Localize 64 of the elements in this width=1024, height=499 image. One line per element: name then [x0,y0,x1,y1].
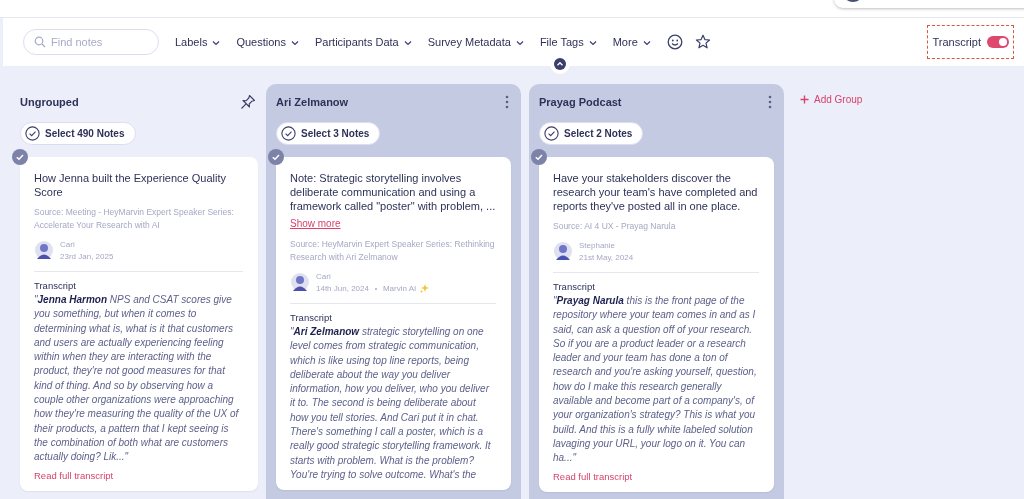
transcript-toggle[interactable]: Transcript [926,25,1014,59]
note-source: Source: Meeting - HeyMarvin Expert Speaker Series: Accelerate Your Research with AI [34,206,235,232]
author-name: Cari [316,272,332,281]
filter-dropdown[interactable]: Labels [175,36,221,48]
author-name: Cari [60,240,76,249]
more-options-icon[interactable] [768,95,772,109]
caret-icon [290,40,299,46]
caret-icon [588,40,597,46]
note-source: Source: AI 4 UX - Prayag Narula [553,220,677,233]
note-title: How Jenna built the Experience Quality Score [34,171,227,199]
avatar-icon [34,240,54,260]
search-icon [34,36,46,48]
filter-dropdown[interactable]: File Tags [539,36,597,48]
search-field[interactable]: Find notes [23,29,159,55]
group-title: Prayag Podcast [539,96,622,108]
filter-dropdown[interactable]: Survey Metadata [427,36,524,48]
note-card[interactable] [276,157,511,491]
toggle-switch[interactable] [987,36,1009,48]
group-title: Ungrouped [20,96,79,108]
note-card[interactable] [20,157,258,491]
caret-icon [642,40,651,46]
transcript-label: Transcript [290,312,333,323]
sparkle-icon [420,284,430,293]
note-title: Note: Strategic storytelling involves deliberate communication and using a framework called "poster" with problem, ... [290,171,496,213]
filter-dropdown[interactable]: More [612,36,651,48]
note-source: Source: HeyMarvin Expert Speaker Series: Rethinking Research with Ari Zelmanow [290,238,496,264]
read-transcript-link[interactable]: Read full transcript [34,469,114,481]
caret-icon [403,40,412,46]
checkbox-icon[interactable] [12,149,28,165]
note-title: Have your stakeholders discover the research your team's have completed and reports they've posted all in one place. [553,171,759,213]
select-notes-button[interactable]: Select 2 Notes [539,122,644,145]
note-date: 14th Jun, 2024 [316,284,369,293]
check-circle-icon [281,126,296,141]
select-notes-button[interactable]: Select 490 Notes [20,122,136,145]
note-date: 23rd Jan, 2025 [60,252,114,261]
check-circle-icon [544,126,559,141]
group-title: Ari Zelmanow [276,96,349,108]
plus-icon [800,95,809,104]
caret-icon [212,40,221,46]
note-date: 21st May, 2024 [579,253,634,262]
transcript-label: Transcript [34,280,77,291]
avatar-icon [290,272,310,292]
checkbox-icon[interactable] [531,149,547,165]
check-circle-icon [25,126,40,141]
star-icon[interactable] [694,34,711,50]
select-notes-button[interactable]: Select 3 Notes [276,122,381,145]
transcript-text: "Prayag Narula this is the front page of the repository where your team comes in and as I said, can ask a question off of your research. So if you are a product leader or a research leader and your team has done a ton of research and you're asking yourself, question, how do I make this research generally available and become part of a company's, of your organization's strategy? This is what you build. And this is a fully white labeled solution lavaging your URL, your logo on it. You can ha..." [553,294,758,466]
transcript-text: "Ari Zelmanow strategic storytelling on one level comes from strategic communication, which is like using top line reports, being deliberate about the way you deliver information, how you deliver, who you deliver it to. The second is being deliberate about how you tell stories. And Cari put it in chat. There's something I call a poster, which is a really good strategic storytelling framework. It starts with problem. What is the problem? You're trying to solve outcome. What's the [290,325,492,482]
emoji-icon[interactable] [666,34,683,50]
author-name: Stephanie [579,241,617,250]
read-transcript-link[interactable]: Read full transcript [553,470,633,482]
filter-dropdown[interactable]: Questions [236,36,299,48]
transcript-label: Transcript [553,281,596,292]
pin-icon[interactable] [240,94,256,110]
more-options-icon[interactable] [505,95,509,109]
checkbox-icon[interactable] [268,149,284,165]
avatar-icon [553,241,573,261]
ai-label: Marvin AI [382,284,417,293]
transcript-text: "Jenna Harmon NPS and CSAT scores give you something, but when it comes to determining what is, what is it that customers and users are actually experiencing feeling within when they are interacting with the product, they're not good measures for that kind of thing. And so by observing how a couple other organizations were approaching how they're measuring the quality of the UX of their products, a pattern that I kept seeing is the combination of both what are customers actually doing? Lik..." [34,293,240,465]
note-card[interactable] [539,157,774,492]
filter-dropdown[interactable]: Participants Data [314,36,412,48]
show-more-link[interactable]: Show more [290,218,341,229]
caret-icon [515,40,524,46]
add-group-button[interactable]: Add Group [800,94,863,105]
